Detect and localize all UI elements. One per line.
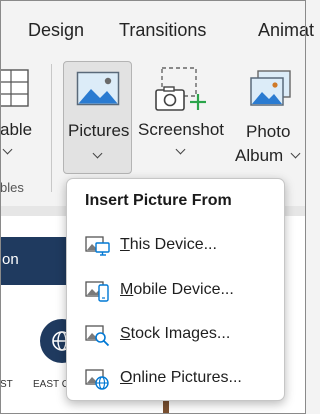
- menu-item-this-device[interactable]: This Device...: [71, 226, 280, 266]
- table-icon: [0, 69, 29, 107]
- tab-transitions[interactable]: Transitions: [119, 20, 206, 41]
- pictures-button[interactable]: Pictures: [63, 61, 132, 174]
- tables-group-label: bles: [0, 180, 24, 195]
- chevron-down-icon: [175, 144, 186, 155]
- menu-title: Insert Picture From: [85, 192, 232, 209]
- mobile-device-icon: [85, 281, 109, 302]
- picture-icon: [76, 71, 120, 106]
- chevron-down-icon: [2, 144, 13, 155]
- table-label: able: [0, 120, 33, 139]
- ribbon-tab-strip: Design Transitions Animat: [0, 0, 314, 56]
- group-separator: [51, 64, 52, 192]
- pictures-label: Pictures: [68, 121, 130, 140]
- menu-item-online-pictures[interactable]: Online Pictures...: [71, 359, 280, 399]
- online-pictures-icon: [85, 369, 109, 390]
- menu-item-label: Mobile Device...: [120, 281, 234, 298]
- menu-item-mobile-device[interactable]: Mobile Device...: [71, 271, 280, 311]
- insert-picture-menu: Insert Picture From This Device... Mobil…: [66, 178, 285, 401]
- menu-item-label: This Device...: [120, 236, 217, 253]
- chevron-down-icon: [92, 148, 103, 159]
- tab-design[interactable]: Design: [28, 20, 84, 41]
- chevron-down-icon: [290, 148, 301, 159]
- this-device-icon: [85, 236, 110, 256]
- photo-album-label-line1: Photo: [246, 122, 291, 141]
- stock-images-icon: [85, 325, 110, 347]
- slide-banner-text: on: [2, 251, 19, 268]
- slide-caption-mid: EAST C: [33, 379, 69, 390]
- photo-album-icon: [250, 70, 291, 106]
- menu-item-label: Stock Images...: [120, 325, 231, 342]
- slide-caption-left: ST: [0, 379, 13, 390]
- tab-animations[interactable]: Animat: [258, 20, 314, 41]
- menu-item-label: Online Pictures...: [120, 369, 242, 386]
- screenshot-label: Screenshot: [138, 120, 224, 139]
- menu-item-stock-images[interactable]: Stock Images...: [71, 315, 280, 355]
- photo-album-label-line2: Album: [235, 146, 284, 165]
- screenshot-icon: [155, 67, 206, 111]
